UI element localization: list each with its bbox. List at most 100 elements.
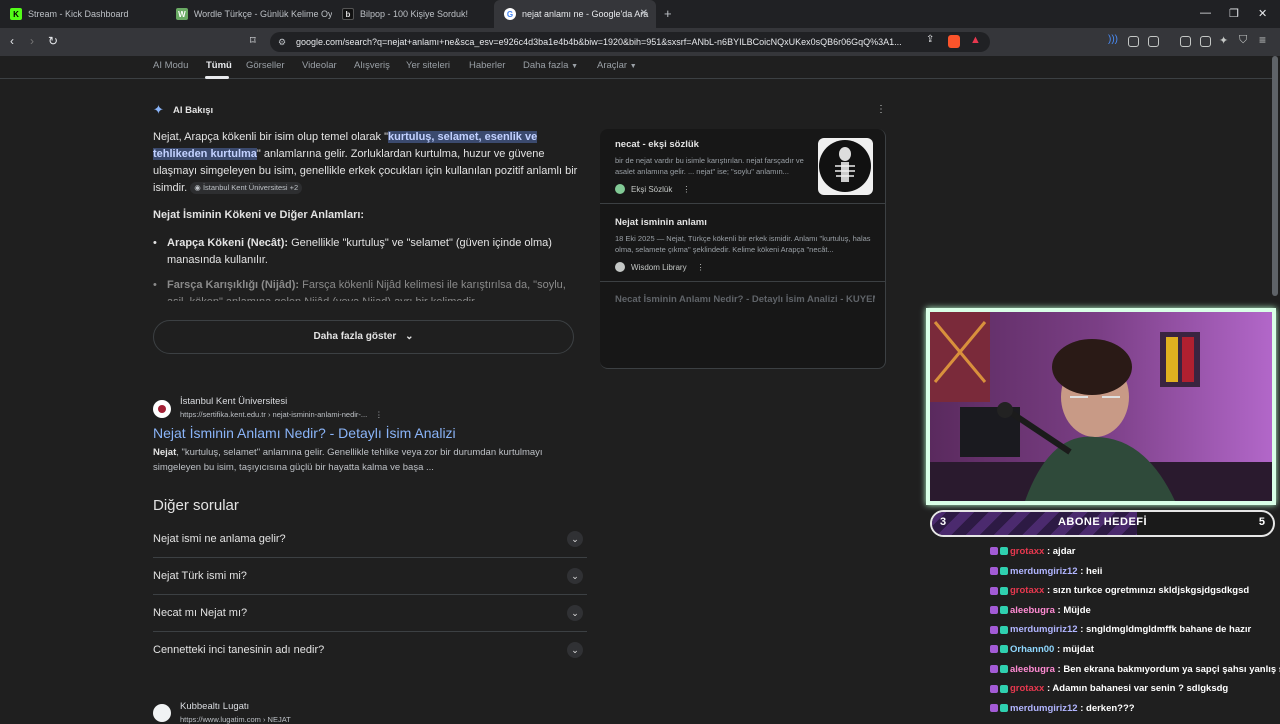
chat-username[interactable]: aleebugra — [1010, 664, 1055, 675]
more-options-icon[interactable]: ⋮ — [682, 185, 690, 194]
more-options-icon[interactable]: ⋮ — [375, 410, 383, 419]
tab-bilpop[interactable]: b Bilpop - 100 Kişiye Sorduk! — [332, 0, 494, 28]
faq-question: Necat mı Nejat mı? — [153, 607, 248, 619]
page-scrollbar[interactable] — [1272, 56, 1278, 296]
bilpop-icon: b — [342, 8, 354, 20]
chevron-down-icon[interactable]: ⌄ — [567, 568, 583, 584]
chat-text: : sngldmgldmgldmffk bahane de hazır — [1077, 624, 1252, 636]
faq-item[interactable]: Nejat Türk ismi mi? ⌄ — [153, 558, 587, 595]
result-title-link[interactable]: Nejat İsminin Anlamı Nedir? - Detaylı İs… — [153, 425, 456, 441]
streamer-webcam-image — [930, 312, 1272, 501]
tab-google[interactable]: G nejat anlamı ne - Google'da Ara ✕ — [494, 0, 656, 28]
faq-item[interactable]: Cennetteki inci tanesinin adı nedir? ⌄ — [153, 632, 587, 669]
tab-more-label: Daha fazla — [523, 60, 569, 71]
share-icon[interactable]: ⇪ — [926, 34, 934, 45]
source-card-title-faded[interactable]: Necat İsminin Anlamı Nedir? - Detaylı İs… — [615, 294, 875, 305]
chat-text: : Ben ekrana bakmıyordum ya sapçi şahsı … — [1054, 663, 1280, 675]
source-card-site[interactable]: Ekşi Sözlük ⋮ — [615, 184, 690, 194]
tab-videos[interactable]: Videolar — [302, 60, 337, 71]
ai-overview-text: Nejat, Arapça kökenli bir isim olup teme… — [153, 129, 578, 197]
tab-places[interactable]: Yer siteleri — [406, 60, 450, 71]
leo-ai-icon[interactable]: ✦ — [1219, 34, 1228, 47]
tab-title: Stream - Kick Dashboard — [28, 9, 129, 19]
verified-badge-icon — [1000, 586, 1008, 595]
tab-kick[interactable]: K Stream - Kick Dashboard — [0, 0, 166, 28]
chat-username[interactable]: merdumgiriz12 — [1010, 624, 1078, 635]
brave-rewards-icon[interactable]: ▲ — [970, 34, 981, 46]
chat-username[interactable]: grotaxx — [1010, 683, 1044, 694]
ai-text-part: Nejat, Arapça kökenli bir isim olup teme… — [153, 131, 389, 143]
result-snippet-text: , "kurtuluş, selamet" anlamına gelir. Ge… — [153, 447, 543, 473]
caret-down-icon: ▼ — [629, 63, 637, 70]
chat-username[interactable]: Orhann00 — [1010, 644, 1054, 655]
sidebar-icon[interactable] — [1180, 36, 1191, 47]
bullet-term: Arapça Kökeni (Necât): — [167, 237, 289, 249]
close-icon[interactable]: ✕ — [640, 8, 648, 19]
verified-badge-icon — [1000, 606, 1008, 615]
tab-ai-mode[interactable]: AI Modu — [153, 60, 188, 71]
tab-images[interactable]: Görseller — [246, 60, 285, 71]
chevron-down-icon[interactable]: ⌄ — [567, 531, 583, 547]
vpn-icon[interactable]: ⛉ — [1239, 34, 1247, 47]
chat-username[interactable]: merdumgiriz12 — [1010, 703, 1078, 714]
result-url[interactable]: https://sertifika.kent.edu.tr › nejat-is… — [180, 410, 383, 419]
source-card-title[interactable]: necat - ekşi sözlük — [615, 139, 699, 150]
kent-university-logo-icon — [153, 400, 171, 418]
source-card-site[interactable]: Wisdom Library ⋮ — [615, 262, 705, 272]
show-more-button[interactable]: Daha fazla göster ⌄ — [153, 320, 574, 354]
tab-more[interactable]: Daha fazla ▼ — [523, 60, 578, 71]
goal-label: ABONE HEDEFİ — [1057, 516, 1148, 528]
extension-icon[interactable] — [1128, 36, 1139, 47]
minimize-icon[interactable]: — — [1200, 7, 1211, 19]
tab-title: nejat anlamı ne - Google'da Ara — [522, 9, 649, 19]
tab-tools[interactable]: Araçlar ▼ — [597, 60, 637, 71]
more-options-icon[interactable]: ⋮ — [697, 263, 705, 272]
url-bar[interactable]: ⚙ google.com/search?q=nejat+anlamı+ne&sc… — [270, 32, 990, 52]
tab-wordle[interactable]: W Wordle Türkçe - Günlük Kelime Oyun — [166, 0, 332, 28]
chat-message: Orhann00 : müjdat — [990, 644, 1094, 655]
result-site-name[interactable]: İstanbul Kent Üniversitesi — [180, 396, 287, 407]
tab-news[interactable]: Haberler — [469, 60, 505, 71]
chat-username[interactable]: merdumgiriz12 — [1010, 566, 1078, 577]
bullet-item-faded: • Farsça Karışıklığı (Nijâd): Farsça kök… — [153, 277, 578, 301]
wallet-icon[interactable] — [1200, 36, 1211, 47]
tab-all[interactable]: Tümü — [206, 60, 232, 71]
new-tab-button[interactable]: + — [664, 6, 672, 21]
address-bar-row: ‹ › ↻ ⌑ ⚙ google.com/search?q=nejat+anla… — [0, 28, 1280, 56]
chat-username[interactable]: aleebugra — [1010, 605, 1055, 616]
more-options-icon[interactable]: ⋮ — [876, 104, 886, 115]
verified-badge-icon — [1000, 547, 1008, 556]
reload-icon[interactable]: ↻ — [48, 34, 58, 48]
faq-item[interactable]: Necat mı Nejat mı? ⌄ — [153, 595, 587, 632]
source-pill[interactable]: ◉ İstanbul Kent Üniversitesi +2 — [190, 182, 303, 195]
source-site-name: Wisdom Library — [631, 262, 687, 272]
ai-sources-panel: necat - ekşi sözlük bir de nejat vardır … — [600, 129, 886, 369]
other-questions-heading: Diğer sorular — [153, 497, 239, 514]
faq-item[interactable]: Nejat ismi ne anlama gelir? ⌄ — [153, 521, 587, 558]
subscriber-badge-icon — [990, 684, 998, 693]
source-pill-label: İstanbul Kent Üniversitesi +2 — [202, 183, 299, 193]
audio-icon[interactable]: ))) — [1108, 34, 1118, 45]
site-info-icon[interactable]: ⚙ — [278, 32, 286, 52]
result-snippet-bold: Nejat — [153, 447, 177, 458]
source-card-snippet: bir de nejat vardır bu isimle karıştırıl… — [615, 156, 804, 176]
verified-badge-icon — [1000, 645, 1008, 654]
chat-message: grotaxx : Adamın bahanesi var senin ? sd… — [990, 683, 1228, 694]
chat-username[interactable]: grotaxx — [1010, 546, 1044, 557]
bookmark-icon[interactable]: ⌑ — [250, 34, 256, 47]
tab-shopping[interactable]: Alışveriş — [354, 60, 390, 71]
chevron-down-icon[interactable]: ⌄ — [567, 605, 583, 621]
tab-tools-label: Araçlar — [597, 60, 628, 71]
back-icon[interactable]: ‹ — [10, 34, 14, 48]
result-site-name[interactable]: Kubbealtı Lugatı — [180, 701, 249, 712]
source-card-title[interactable]: Nejat isminin anlamı — [615, 217, 707, 228]
maximize-icon[interactable]: ❐ — [1229, 7, 1239, 20]
forward-icon[interactable]: › — [30, 34, 34, 48]
chat-username[interactable]: grotaxx — [1010, 585, 1044, 596]
chevron-down-icon[interactable]: ⌄ — [567, 642, 583, 658]
extension-icon[interactable] — [1148, 36, 1159, 47]
close-window-icon[interactable]: ✕ — [1258, 7, 1267, 20]
subscriber-badge-icon — [990, 625, 998, 634]
menu-icon[interactable]: ≡ — [1259, 33, 1266, 47]
brave-shield-icon[interactable] — [948, 35, 960, 48]
